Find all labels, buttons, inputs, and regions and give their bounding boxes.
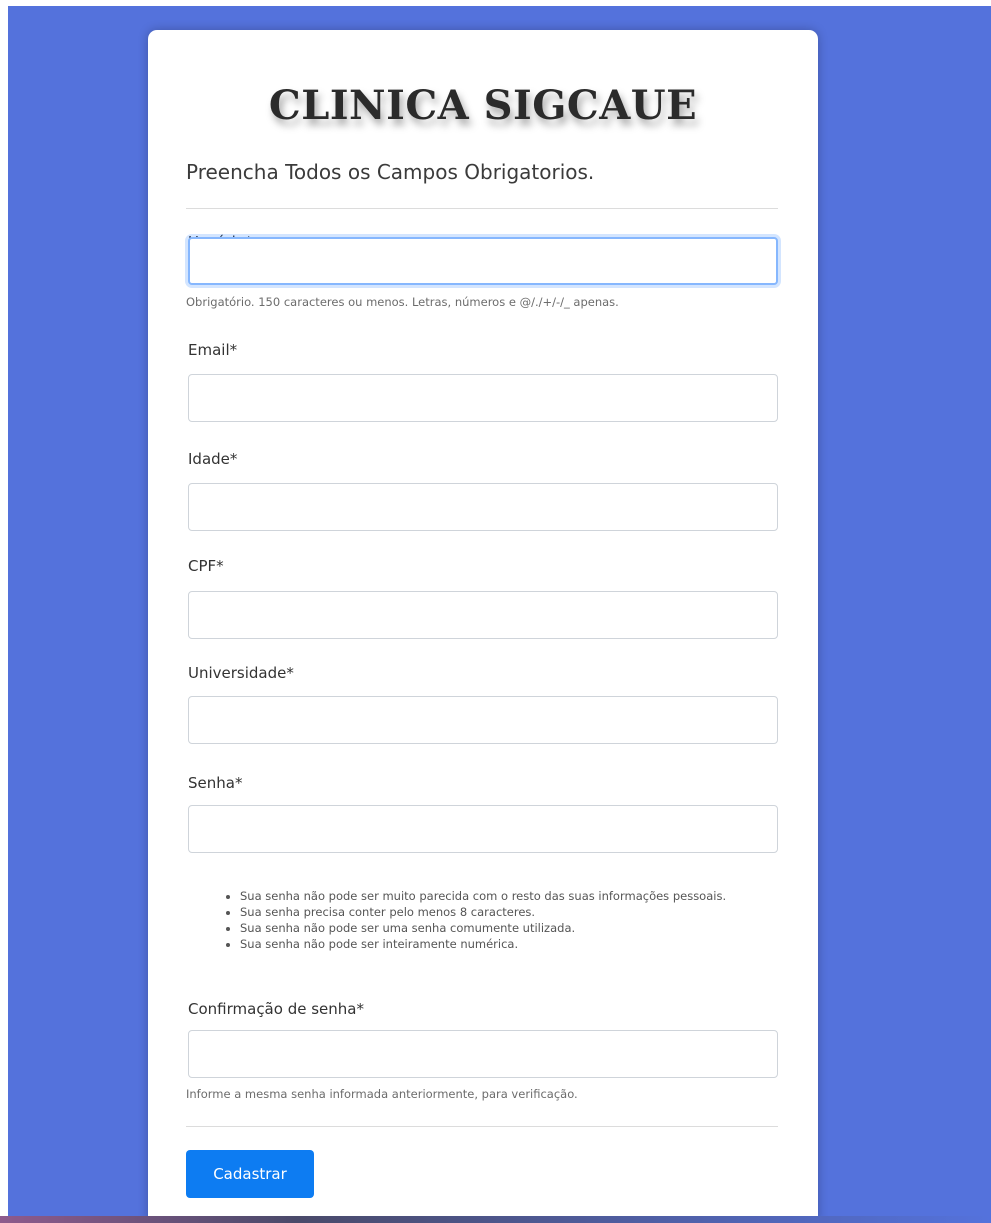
taskbar-strip (0, 1216, 991, 1223)
register-button[interactable]: Cadastrar (186, 1150, 314, 1198)
password-confirmation-input[interactable] (188, 1030, 778, 1078)
password-rule: Sua senha precisa conter pelo menos 8 ca… (240, 904, 780, 920)
form-subtitle: Preencha Todos os Campos Obrigatorios. (186, 160, 595, 184)
header-divider (186, 208, 778, 209)
university-input[interactable] (188, 696, 778, 744)
university-label: Universidade* (188, 664, 294, 682)
footer-divider (186, 1126, 778, 1127)
username-input[interactable] (188, 237, 778, 285)
email-input[interactable] (188, 374, 778, 422)
registration-card: CLINICA SIGCAUE Preencha Todos os Campos… (148, 30, 818, 1223)
clinic-title: CLINICA SIGCAUE (268, 82, 698, 129)
password-rules-list: Sua senha não pode ser muito parecida co… (212, 888, 780, 952)
cpf-input[interactable] (188, 591, 778, 639)
password-label: Senha* (188, 774, 243, 792)
password-rule: Sua senha não pode ser muito parecida co… (240, 888, 780, 904)
username-help-text: Obrigatório. 150 caracteres ou menos. Le… (186, 295, 619, 309)
password-rule: Sua senha não pode ser inteiramente numé… (240, 936, 780, 952)
email-label: Email* (188, 341, 238, 359)
age-input[interactable] (188, 483, 778, 531)
password-confirmation-label: Confirmação de senha* (188, 1000, 364, 1018)
password-confirmation-help-text: Informe a mesma senha informada anterior… (186, 1087, 578, 1101)
password-input[interactable] (188, 805, 778, 853)
password-rule: Sua senha não pode ser uma senha comumen… (240, 920, 780, 936)
age-label: Idade* (188, 450, 238, 468)
cpf-label: CPF* (188, 557, 224, 575)
